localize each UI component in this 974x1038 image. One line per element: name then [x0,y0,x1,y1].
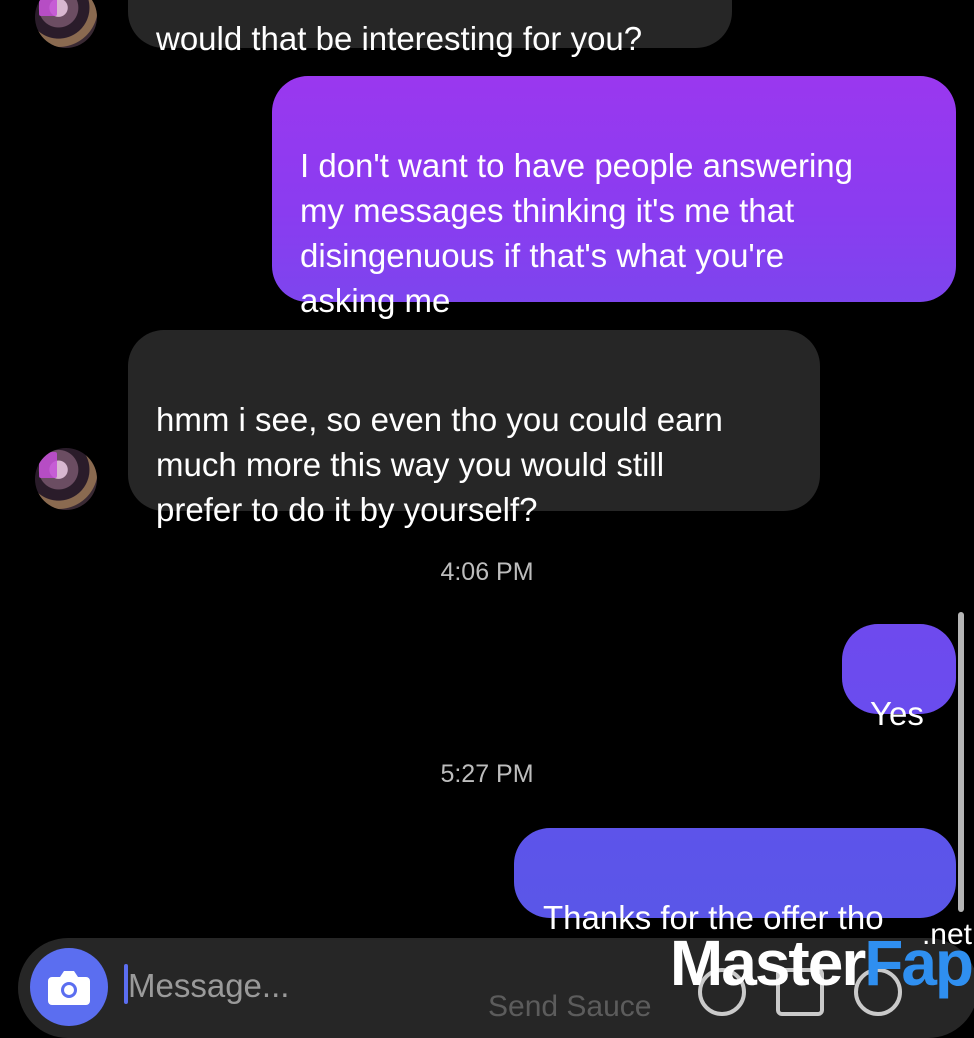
message-text: hmm i see, so even tho you could earn mu… [156,401,723,528]
outgoing-message-bubble[interactable]: I don't want to have people answering my… [272,76,956,319]
camera-icon [48,971,90,1005]
camera-button[interactable] [30,948,108,1026]
watermark-suffix: .net [921,918,972,951]
incoming-message-bubble[interactable]: hmm i see, so even tho you could earn mu… [128,330,820,528]
timestamp: 5:27 PM [440,760,534,788]
scrollbar[interactable] [958,612,964,912]
message-text: Yes [870,695,924,732]
faded-hint-text: Send Sauce [488,990,652,1023]
watermark-logo: Master Fap .net [669,918,974,1000]
outgoing-message-bubble[interactable]: Yes [842,624,956,732]
message-text: I don't want to have people answering my… [300,147,854,319]
outgoing-message-bubble[interactable]: Thanks for the offer tho [514,828,956,936]
message-input[interactable]: Message... [128,964,289,1008]
contact-avatar[interactable] [35,448,97,510]
watermark-part1: Master [669,927,866,999]
message-text: would that be interesting for you? [156,20,643,57]
timestamp: 4:06 PM [440,558,534,586]
contact-avatar[interactable] [35,0,97,48]
incoming-message-bubble[interactable]: would that be interesting for you? [128,0,732,56]
message-thread: would that be interesting for you? I don… [0,0,974,1000]
